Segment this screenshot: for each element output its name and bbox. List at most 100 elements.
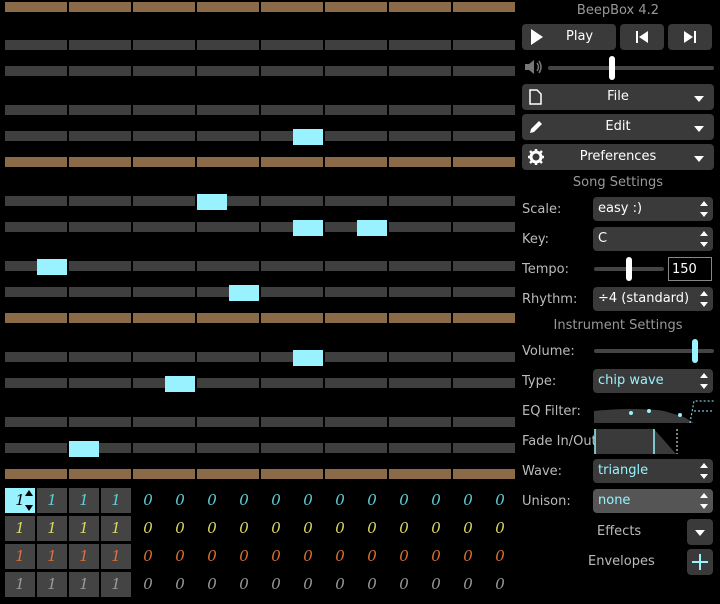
pattern-cell[interactable]: 0 [453,516,483,541]
tempo-thumb[interactable] [626,257,632,281]
rhythm-select[interactable]: ÷4 (standard) [593,287,713,311]
pattern-cell[interactable]: 0 [421,488,451,513]
piano-roll[interactable] [5,0,515,484]
pattern-cell[interactable]: 0 [165,516,195,541]
pattern-cell[interactable]: 0 [389,572,419,597]
pattern-cell[interactable]: 0 [261,572,291,597]
note-block[interactable] [165,376,195,392]
pattern-cell[interactable]: 1 [37,572,67,597]
pattern-cell[interactable]: 0 [197,516,227,541]
pattern-cell[interactable]: 0 [293,516,323,541]
instrument-volume-label: Volume: [522,344,575,359]
pattern-cell[interactable]: 0 [197,544,227,569]
pattern-cell[interactable]: 0 [293,488,323,513]
pattern-cell[interactable]: 0 [261,488,291,513]
pattern-cell[interactable]: 0 [325,516,355,541]
pattern-cell[interactable]: 1 [5,544,35,569]
file-menu[interactable]: File [522,84,714,110]
pattern-cell[interactable]: 1 [69,488,99,513]
pattern-cell[interactable]: 0 [229,544,259,569]
note-block[interactable] [357,220,387,236]
pattern-cell[interactable]: 0 [389,516,419,541]
fade-editor[interactable] [594,428,680,454]
pattern-cell[interactable]: 1 [5,488,35,513]
pattern-cell[interactable]: 1 [101,544,131,569]
pattern-cell[interactable]: 0 [357,572,387,597]
next-bar-button[interactable] [668,24,712,50]
note-block[interactable] [37,259,67,275]
pattern-cell[interactable]: 0 [485,572,515,597]
tempo-input[interactable] [668,257,712,281]
pattern-cell[interactable]: 0 [261,516,291,541]
play-button[interactable]: Play [522,24,616,50]
pattern-cell[interactable]: 0 [421,572,451,597]
instrument-volume-slider[interactable] [594,339,714,363]
pattern-cell[interactable]: 0 [165,572,195,597]
pattern-cell[interactable]: 0 [229,516,259,541]
pattern-cell[interactable]: 1 [69,572,99,597]
pattern-cell[interactable]: 1 [101,572,131,597]
pattern-cell[interactable]: 0 [357,516,387,541]
pattern-cell[interactable]: 0 [133,488,163,513]
eq-filter-editor[interactable] [594,399,714,423]
add-envelope-button[interactable] [687,549,713,575]
note-block[interactable] [229,285,259,301]
pattern-cell[interactable]: 0 [389,488,419,513]
pattern-cell[interactable]: 1 [69,516,99,541]
pattern-cell[interactable]: 1 [5,516,35,541]
pattern-cell[interactable]: 0 [453,572,483,597]
pattern-cell[interactable]: 0 [293,572,323,597]
pattern-cell[interactable]: 0 [357,488,387,513]
pattern-cell[interactable]: 0 [261,544,291,569]
pattern-cell[interactable]: 0 [453,488,483,513]
pattern-cell[interactable]: 0 [421,544,451,569]
unison-select[interactable]: none [593,489,713,513]
note-block[interactable] [293,350,323,366]
pattern-cell[interactable]: 0 [133,572,163,597]
pattern-cell[interactable]: 0 [357,544,387,569]
pattern-cell[interactable]: 0 [485,488,515,513]
pattern-cell[interactable]: 0 [229,572,259,597]
pattern-cell[interactable]: 1 [101,516,131,541]
pattern-cell[interactable]: 1 [5,572,35,597]
pattern-cell[interactable]: 0 [165,544,195,569]
effects-dropdown-button[interactable] [687,519,713,545]
pattern-cell[interactable]: 0 [421,516,451,541]
type-select[interactable]: chip wave [593,369,713,393]
preferences-menu[interactable]: Preferences [522,144,714,170]
pattern-cell[interactable]: 0 [229,488,259,513]
pattern-cell[interactable]: 0 [133,544,163,569]
key-select[interactable]: C [593,227,713,251]
pattern-cell[interactable]: 1 [69,544,99,569]
pattern-cell[interactable]: 0 [197,572,227,597]
previous-bar-button[interactable] [620,24,664,50]
pattern-cell[interactable]: 1 [37,516,67,541]
pattern-cell[interactable]: 0 [293,544,323,569]
pattern-grid[interactable]: 1111000000000000111100000000000011110000… [5,488,515,600]
instrument-volume-thumb[interactable] [692,339,698,363]
pattern-cell[interactable]: 0 [197,488,227,513]
note-block[interactable] [293,220,323,236]
pattern-cell[interactable]: 1 [37,544,67,569]
pattern-cell[interactable]: 0 [485,516,515,541]
pattern-cell[interactable]: 0 [325,572,355,597]
master-volume-slider[interactable] [548,56,714,80]
note-block[interactable] [293,129,323,145]
note-block[interactable] [69,441,99,457]
tempo-slider[interactable] [594,257,664,281]
note-block[interactable] [197,194,227,210]
pattern-cell[interactable]: 1 [101,488,131,513]
pattern-cell[interactable]: 0 [133,516,163,541]
wave-select[interactable]: triangle [593,459,713,483]
pattern-cell[interactable]: 0 [325,488,355,513]
pattern-cell[interactable]: 0 [389,544,419,569]
pattern-stepper-icon[interactable] [25,490,34,511]
pattern-cell[interactable]: 1 [37,488,67,513]
pattern-cell[interactable]: 0 [485,544,515,569]
pattern-cell[interactable]: 0 [165,488,195,513]
pattern-cell[interactable]: 0 [453,544,483,569]
edit-menu[interactable]: Edit [522,114,714,140]
pattern-cell[interactable]: 0 [325,544,355,569]
scale-select[interactable]: easy :) [593,197,713,221]
master-volume-thumb[interactable] [609,56,615,80]
